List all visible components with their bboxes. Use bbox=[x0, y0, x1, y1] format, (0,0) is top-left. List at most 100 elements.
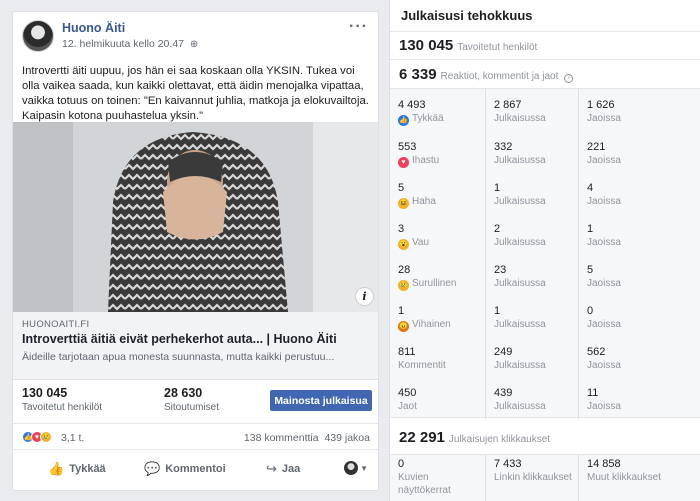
comments-count[interactable]: 138 kommenttia bbox=[244, 432, 319, 444]
breakdown-row: 1 😠 Vihainen 1 Julkaisussa 0 Jaoissa bbox=[390, 295, 700, 337]
audience-selector[interactable]: ▼ bbox=[344, 461, 368, 475]
link-preview[interactable]: HUONOAITI.FI Introverttiä äitiä eivät pe… bbox=[13, 312, 378, 380]
on-shares-cell: 11 Jaoissa bbox=[578, 377, 670, 419]
breakdown-row: 450 Jaot 439 Julkaisussa 11 Jaoissa bbox=[390, 377, 700, 419]
reaction-type-label: 😆 Haha bbox=[398, 196, 436, 209]
on-shares-label: Jaoissa bbox=[587, 319, 621, 330]
share-label: Jaa bbox=[281, 463, 301, 475]
reached-value: 130 045 bbox=[399, 37, 454, 54]
reactions-count[interactable]: 3,1 t. bbox=[61, 432, 84, 444]
on-post-label: Julkaisussa bbox=[494, 401, 546, 412]
promote-post-button[interactable]: Mainosta julkaisua bbox=[270, 390, 372, 411]
post-header: Huono Äiti 12. helmikuuta kello 20.47 ⊕ … bbox=[22, 18, 372, 60]
on-post-label: Julkaisussa bbox=[494, 155, 546, 166]
other-clicks-cell: 14 858 Muut klikkaukset bbox=[578, 455, 670, 501]
insights-panel: Julkaisusi tehokkuus 130 045 Tavoitetut … bbox=[389, 0, 700, 501]
on-shares-label: Jaoissa bbox=[587, 155, 621, 166]
share-button[interactable]: ↪ Jaa bbox=[266, 461, 300, 477]
reaction-type-label: 👍 Tykkää bbox=[398, 113, 444, 126]
on-shares-label: Jaoissa bbox=[587, 196, 621, 207]
reaction-total-cell: 4 493 👍 Tykkää bbox=[390, 89, 482, 131]
on-shares-value: 4 bbox=[587, 182, 594, 194]
on-post-value: 439 bbox=[494, 387, 513, 399]
link-clicks-cell: 7 433 Linkin klikkaukset bbox=[485, 455, 577, 501]
thumbs-up-icon: 👍 bbox=[48, 461, 65, 476]
page-name-link[interactable]: Huono Äiti bbox=[62, 21, 125, 35]
post-photo bbox=[13, 122, 378, 312]
reaction-total-value: 5 bbox=[398, 182, 405, 194]
shares-count[interactable]: 439 jakoa bbox=[324, 432, 370, 444]
on-shares-label: Jaoissa bbox=[587, 401, 621, 412]
on-shares-cell: 221 Jaoissa bbox=[578, 131, 670, 173]
clicks-total-label: Julkaisujen klikkaukset bbox=[448, 434, 551, 445]
link-clicks-label: Linkin klikkaukset bbox=[494, 472, 572, 483]
reactions-stat: 6 339 Reaktiot, kommentit ja jaot i bbox=[399, 66, 574, 83]
comment-label: Kommentoi bbox=[165, 463, 226, 475]
on-post-cell: 332 Julkaisussa bbox=[485, 131, 577, 173]
on-shares-cell: 5 Jaoissa bbox=[578, 254, 670, 296]
shares-total-value: 450 bbox=[398, 387, 417, 399]
on-post-label: Julkaisussa bbox=[494, 113, 546, 124]
on-post-value: 2 bbox=[494, 223, 501, 235]
reaction-total-value: 3 bbox=[398, 223, 405, 235]
haha-reaction-icon: 😆 bbox=[398, 198, 409, 209]
post-image[interactable]: i bbox=[13, 122, 378, 312]
reaction-total-cell: 28 😢 Surullinen bbox=[390, 254, 482, 296]
on-shares-cell: 1 626 Jaoissa bbox=[578, 89, 670, 131]
on-shares-label: Jaoissa bbox=[587, 113, 621, 124]
info-icon[interactable]: i bbox=[564, 74, 574, 83]
link-title[interactable]: Introverttiä äitiä eivät perhekerhot aut… bbox=[22, 332, 337, 346]
engagement-label: Sitoutumiset bbox=[164, 402, 220, 413]
info-icon[interactable]: i bbox=[355, 287, 374, 306]
on-post-cell: 1 Julkaisussa bbox=[485, 295, 577, 337]
post-actions: 👍 Tykkää 💬 Kommentoi ↪ Jaa ▼ bbox=[13, 452, 378, 488]
clicks-total-value: 22 291 bbox=[399, 429, 445, 446]
reaction-type-label: ♥ Ihastu bbox=[398, 154, 482, 168]
on-post-cell: 2 Julkaisussa bbox=[485, 213, 577, 255]
reach-value: 130 045 bbox=[22, 386, 68, 400]
breakdown-row: 3 😮 Vau 2 Julkaisussa 1 Jaoissa bbox=[390, 213, 700, 255]
photo-views-cell: 0 Kuvien näyttökerrat bbox=[390, 455, 482, 501]
breakdown-row: 4 493 👍 Tykkää 2 867 Julkaisussa 1 626 Ja… bbox=[390, 89, 700, 131]
link-description: Äideille tarjotaan apua monesta suunnast… bbox=[22, 351, 335, 363]
on-shares-value: 1 626 bbox=[587, 99, 615, 111]
on-post-value: 332 bbox=[494, 141, 513, 153]
post-body-text: Introvertti äiti uupuu, jos hän ei saa k… bbox=[22, 65, 369, 122]
globe-icon: ⊕ bbox=[189, 39, 199, 50]
comments-total-value: 811 bbox=[398, 346, 416, 358]
on-shares-cell: 562 Jaoissa bbox=[578, 336, 670, 378]
on-shares-value: 1 bbox=[587, 223, 594, 235]
on-post-label: Julkaisussa bbox=[494, 278, 546, 289]
insights-title: Julkaisusi tehokkuus bbox=[401, 8, 533, 23]
reached-stat: 130 045 Tavoitetut henkilöt bbox=[399, 37, 537, 54]
reaction-total-value: 4 493 bbox=[398, 99, 426, 111]
reaction-type-label: 😢 Surullinen bbox=[398, 278, 457, 291]
post-reach-row: 130 045 Tavoitetut henkilöt 28 630 Sitou… bbox=[13, 380, 378, 424]
reaction-total-value: 553 bbox=[398, 141, 417, 153]
other-clicks-value: 14 858 bbox=[587, 458, 621, 470]
breakdown-row: 5 😆 Haha 1 Julkaisussa 4 Jaoissa bbox=[390, 172, 700, 214]
engagement-value: 28 630 bbox=[164, 386, 203, 400]
reaction-icons[interactable]: 👍 ♥ 😢 bbox=[22, 431, 52, 444]
on-post-label: Julkaisussa bbox=[494, 319, 546, 330]
share-icon: ↪ bbox=[266, 461, 277, 476]
on-post-value: 23 bbox=[494, 264, 507, 276]
on-post-label: Julkaisussa bbox=[494, 237, 546, 248]
comment-button[interactable]: 💬 Kommentoi bbox=[144, 461, 226, 477]
on-post-value: 1 bbox=[494, 182, 501, 194]
on-shares-cell: 0 Jaoissa bbox=[578, 295, 670, 337]
on-post-value: 2 867 bbox=[494, 99, 522, 111]
shares-total-cell: 450 Jaot bbox=[390, 377, 482, 419]
angry-reaction-icon: 😠 bbox=[398, 321, 409, 332]
more-options-icon[interactable]: ··· bbox=[349, 18, 368, 36]
page-avatar[interactable] bbox=[22, 20, 54, 52]
reaction-total-cell: 3 😮 Vau bbox=[390, 213, 482, 255]
post-date[interactable]: 12. helmikuuta kello 20.47 bbox=[62, 38, 184, 50]
comment-icon: 💬 bbox=[144, 461, 161, 476]
shares-total-label: Jaot bbox=[398, 401, 417, 412]
on-post-label: Julkaisussa bbox=[494, 360, 546, 371]
comments-total-cell: 811 Kommentit bbox=[390, 336, 482, 378]
breakdown-row: 553 ♥ Ihastu 332 Julkaisussa 221 Jaoissa bbox=[390, 131, 700, 173]
on-post-cell: 249 Julkaisussa bbox=[485, 336, 577, 378]
like-button[interactable]: 👍 Tykkää bbox=[48, 461, 106, 477]
